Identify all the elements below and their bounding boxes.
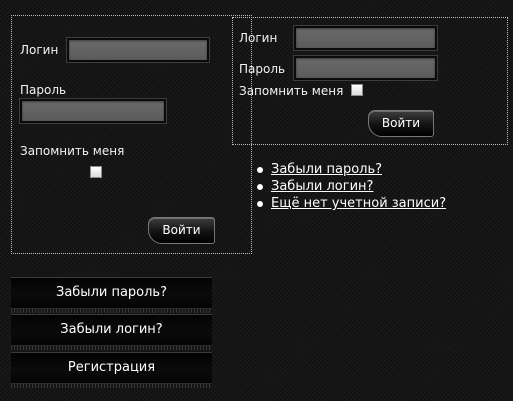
menu-item-forgot-password[interactable]: Забыли пароль? — [11, 277, 212, 313]
password-input[interactable] — [20, 99, 166, 123]
forgot-login-link[interactable]: Забыли логин? — [271, 179, 373, 194]
login-submit-button[interactable]: Войти — [368, 110, 434, 137]
login-input[interactable] — [294, 26, 437, 50]
bullet-icon — [257, 167, 263, 173]
password-input[interactable] — [294, 56, 437, 80]
remember-me-checkbox[interactable] — [90, 166, 102, 178]
list-item: Ещё нет учетной записи? — [254, 195, 446, 212]
account-links-list: Забыли пароль? Забыли логин? Ещё нет уче… — [254, 161, 446, 212]
login-label: Логин — [239, 31, 278, 45]
login-form-right: Логин Пароль Запомнить меня Войти — [232, 17, 508, 145]
bullet-icon — [257, 201, 263, 207]
remember-me-checkbox[interactable] — [351, 84, 363, 96]
password-label: Пароль — [20, 83, 67, 97]
forgot-password-link[interactable]: Забыли пароль? — [271, 162, 382, 177]
login-input[interactable] — [67, 38, 209, 62]
remember-me-label: Запомнить меня — [20, 144, 125, 158]
menu-item-forgot-login[interactable]: Забыли логин? — [11, 314, 212, 350]
login-submit-button[interactable]: Войти — [148, 217, 215, 244]
remember-me-label: Запомнить меня — [239, 84, 344, 98]
password-label: Пароль — [239, 62, 286, 76]
list-item: Забыли логин? — [254, 178, 446, 195]
register-link[interactable]: Ещё нет учетной записи? — [271, 196, 446, 211]
list-item: Забыли пароль? — [254, 161, 446, 178]
menu-item-registration[interactable]: Регистрация — [11, 352, 212, 388]
login-label: Логин — [20, 43, 59, 57]
login-form-left: Логин Пароль Запомнить меня Войти — [11, 15, 252, 254]
bullet-icon — [257, 184, 263, 190]
